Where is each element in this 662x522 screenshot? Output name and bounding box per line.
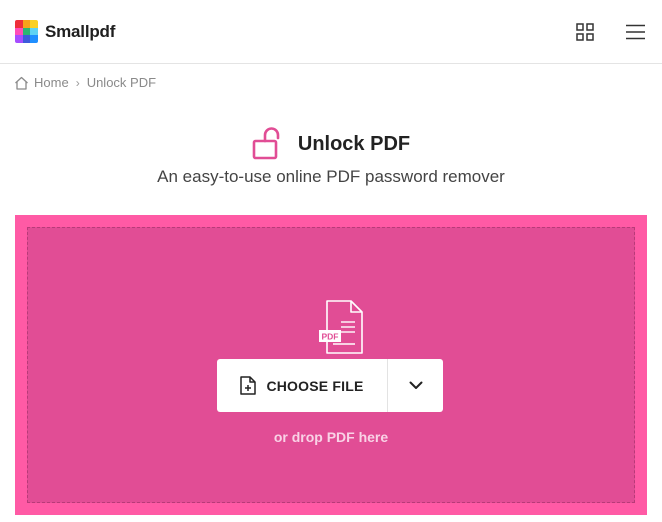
- choose-file-group: CHOOSE FILE: [217, 359, 443, 412]
- choose-file-source-dropdown[interactable]: [388, 359, 443, 412]
- breadcrumb: Home › Unlock PDF: [14, 75, 156, 90]
- unlock-icon: [252, 127, 280, 160]
- file-dropzone-inner[interactable]: PDF CHOOSE FILE or drop PDF here: [27, 227, 635, 503]
- breadcrumb-home-label: Home: [34, 75, 69, 90]
- home-icon: [15, 76, 28, 90]
- page-subtitle: An easy-to-use online PDF password remov…: [157, 167, 505, 186]
- pdf-file-icon: PDF: [319, 300, 363, 354]
- file-dropzone[interactable]: PDF CHOOSE FILE or drop PDF here: [15, 215, 647, 515]
- top-navigation-bar: Smallpdf: [0, 0, 662, 64]
- breadcrumb-current: Unlock PDF: [86, 75, 157, 90]
- hamburger-icon: [626, 24, 645, 40]
- choose-file-button[interactable]: CHOOSE FILE: [217, 359, 388, 412]
- breadcrumb-home-link[interactable]: Home: [14, 75, 69, 90]
- tool-header: Unlock PDF An easy-to-use online PDF pas…: [0, 126, 662, 187]
- drop-hint: or drop PDF here: [273, 429, 389, 445]
- apps-grid-button[interactable]: [576, 23, 594, 41]
- grid-icon: [576, 23, 594, 41]
- smallpdf-logo-icon: [15, 20, 38, 43]
- page-title: Unlock PDF: [297, 132, 411, 155]
- chevron-down-icon: [409, 381, 422, 389]
- choose-file-label: CHOOSE FILE: [266, 377, 364, 394]
- brand-name: Smallpdf: [45, 21, 116, 41]
- pdf-file-icon-label: PDF: [322, 332, 339, 342]
- smallpdf-logo[interactable]: Smallpdf: [15, 20, 115, 43]
- main-menu-button[interactable]: [626, 24, 645, 40]
- breadcrumb-separator: ›: [75, 75, 80, 90]
- add-file-icon: [240, 376, 257, 395]
